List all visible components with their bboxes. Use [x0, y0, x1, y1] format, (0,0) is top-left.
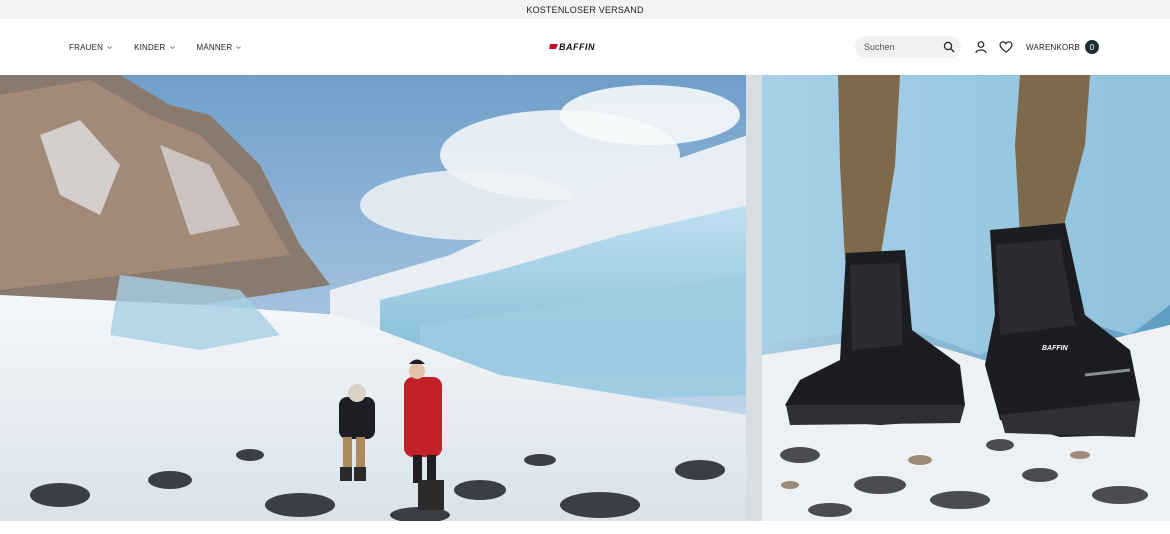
nav-item-label: KINDER	[134, 42, 166, 52]
hero-image: BAFFIN	[0, 75, 1170, 521]
hero-banner[interactable]: BAFFIN	[0, 75, 1170, 521]
cart-label: WARENKORB	[1026, 42, 1080, 52]
search-box[interactable]	[855, 36, 961, 58]
main-nav: FRAUEN KINDER MÄNNER	[69, 19, 263, 75]
search-input[interactable]	[864, 42, 934, 52]
hero-left-scene	[0, 75, 748, 521]
brand-logo-text: BAFFIN	[559, 42, 595, 52]
heart-icon[interactable]	[999, 40, 1013, 54]
hero-divider	[746, 75, 762, 521]
announcement-bar: KOSTENLOSER VERSAND	[0, 0, 1170, 19]
nav-item-label: FRAUEN	[69, 42, 104, 52]
chevron-down-icon	[169, 45, 175, 49]
user-icon[interactable]	[974, 40, 988, 54]
announcement-text: KOSTENLOSER VERSAND	[526, 4, 644, 15]
nav-item-maenner[interactable]: MÄNNER	[197, 43, 243, 52]
site-header: FRAUEN KINDER MÄNNER BAFFIN WARENKORB 0	[0, 19, 1170, 75]
chevron-down-icon	[107, 45, 112, 49]
hero-right-scene: BAFFIN	[762, 75, 1170, 521]
boot-brand-text: BAFFIN	[1042, 345, 1069, 352]
search-icon[interactable]	[943, 41, 955, 53]
nav-item-label: MÄNNER	[196, 42, 233, 52]
brand-logo[interactable]: BAFFIN	[549, 40, 611, 54]
cart-button[interactable]: WARENKORB 0	[1026, 39, 1099, 55]
nav-item-frauen[interactable]: FRAUEN	[69, 43, 113, 52]
cart-count-badge: 0	[1084, 40, 1099, 54]
chevron-down-icon	[236, 45, 242, 49]
nav-item-kinder[interactable]: KINDER	[134, 43, 175, 52]
